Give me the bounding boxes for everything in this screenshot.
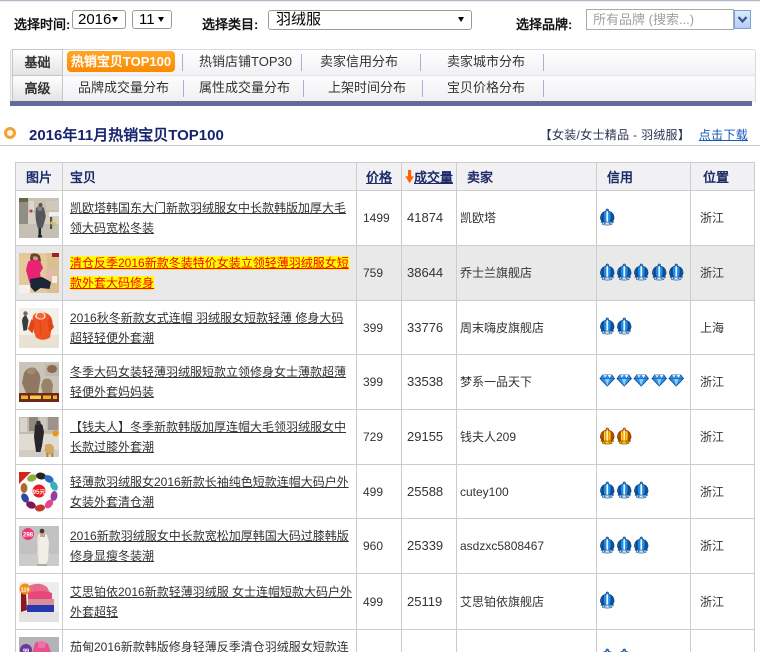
svg-text:95元: 95元 — [33, 489, 46, 496]
svg-text:298: 298 — [23, 533, 34, 539]
svg-text:119: 119 — [21, 587, 30, 593]
svg-text:99: 99 — [23, 649, 29, 652]
